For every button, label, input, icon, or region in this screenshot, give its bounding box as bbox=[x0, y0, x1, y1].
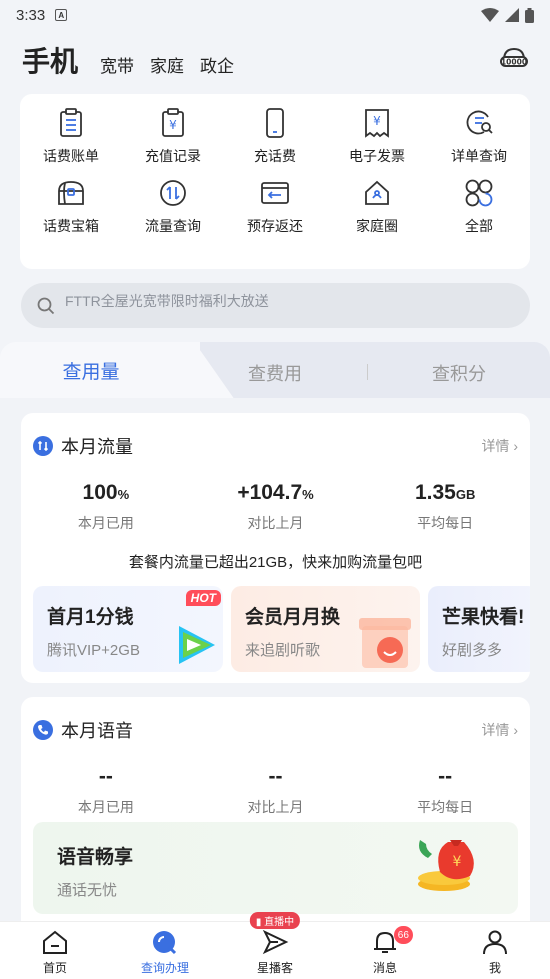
search-bar[interactable]: FTTR全屋光宽带限时福利大放送 bbox=[21, 283, 530, 328]
stat-compare: +104.7% 对比上月 bbox=[237, 481, 314, 531]
grid-label: 家庭圈 bbox=[356, 218, 398, 234]
status-time: 3:33 bbox=[16, 6, 46, 24]
promo-card-mango[interactable]: 芒果快看! 好剧多多 bbox=[428, 586, 530, 672]
search-placeholder: FTTR全屋光宽带限时福利大放送 bbox=[65, 292, 269, 309]
nav-star-podcast[interactable]: ▮ 直播中 星播客 bbox=[220, 912, 330, 979]
usage-tabs: 查用量 查费用 查积分 bbox=[0, 342, 550, 398]
search-icon bbox=[37, 297, 55, 314]
voice-stat-used: -- 本月已用 bbox=[77, 765, 134, 815]
grid-item-data-query[interactable]: 流量查询 bbox=[122, 178, 224, 236]
tab-broadband[interactable]: 宽带 bbox=[100, 52, 134, 80]
live-badge: ▮ 直播中 bbox=[249, 912, 301, 929]
voice-promo-banner[interactable]: 语音畅享 通话无忧 ¥ bbox=[33, 822, 518, 914]
tab-family[interactable]: 家庭 bbox=[150, 52, 184, 80]
top-nav: 手机 宽带 家庭 政企 10000 bbox=[0, 30, 550, 80]
prestore-return-icon bbox=[261, 182, 289, 204]
promo-card-membership[interactable]: 会员月月换 来追剧听歌 bbox=[231, 586, 420, 672]
voice-card-title: 本月语音 bbox=[61, 721, 133, 741]
wifi-icon bbox=[481, 8, 499, 22]
query-service-icon bbox=[153, 931, 177, 955]
svg-text:¥: ¥ bbox=[169, 118, 177, 132]
grid-item-treasure-box[interactable]: 话费宝箱 bbox=[20, 178, 122, 236]
data-usage-card: 本月流量 详情 › 100% 本月已用 +104.7% 对比上月 1.35GB … bbox=[21, 413, 530, 683]
home-circle-icon bbox=[365, 180, 389, 205]
bill-icon bbox=[60, 108, 82, 137]
data-usage-icon bbox=[33, 436, 53, 456]
grid-label: 流量查询 bbox=[145, 218, 201, 234]
data-card-title: 本月流量 bbox=[61, 437, 133, 457]
data-detail-link[interactable]: 详情 › bbox=[481, 436, 518, 456]
voice-usage-card: 本月语音 详情 › -- 本月已用 -- 对比上月 -- 平均每日 语音畅享 通… bbox=[21, 697, 530, 937]
notification-a-icon: A bbox=[55, 9, 68, 21]
grid-label: 预存返还 bbox=[247, 218, 303, 234]
detail-search-icon bbox=[466, 110, 493, 135]
play-send-icon bbox=[262, 929, 289, 955]
tencent-video-logo-icon bbox=[179, 626, 215, 664]
grid-item-invoice[interactable]: ¥ 电子发票 bbox=[326, 108, 428, 166]
svg-text:¥: ¥ bbox=[453, 854, 462, 870]
grid-label: 话费账单 bbox=[43, 148, 99, 164]
grid-item-home-circle[interactable]: 家庭圈 bbox=[326, 178, 428, 236]
phone-icon bbox=[266, 108, 284, 138]
tab-mobile[interactable]: 手机 bbox=[22, 40, 78, 80]
recharge-record-icon: ¥ bbox=[162, 108, 184, 137]
nav-messages[interactable]: 66 消息 bbox=[330, 922, 440, 979]
grid-item-bill[interactable]: 话费账单 bbox=[20, 108, 122, 166]
chevron-right-icon: › bbox=[513, 438, 518, 454]
grid-item-prestore-return[interactable]: 预存返还 bbox=[224, 178, 326, 236]
nav-me[interactable]: 我 bbox=[440, 922, 550, 979]
nav-home[interactable]: 首页 bbox=[0, 922, 110, 979]
grid-label: 全部 bbox=[465, 218, 493, 234]
status-bar: 3:33 A bbox=[0, 0, 550, 30]
user-icon bbox=[483, 930, 507, 955]
tab-points[interactable]: 查积分 bbox=[432, 360, 486, 386]
home-icon bbox=[43, 930, 67, 954]
voice-stat-daily-avg: -- 平均每日 bbox=[417, 765, 474, 815]
data-notice: 套餐内流量已超出21GB，快来加购流量包吧 bbox=[128, 554, 423, 571]
tab-fees[interactable]: 查费用 bbox=[248, 360, 302, 386]
signal-icon bbox=[505, 8, 519, 22]
tab-divider bbox=[367, 364, 368, 380]
money-bag-phone-icon: ¥ bbox=[418, 840, 474, 891]
grid-label: 话费宝箱 bbox=[43, 218, 99, 234]
grid-label: 充话费 bbox=[254, 148, 296, 164]
grid-item-all[interactable]: 全部 bbox=[428, 178, 530, 236]
voice-detail-link[interactable]: 详情 › bbox=[481, 720, 518, 740]
invoice-icon: ¥ bbox=[365, 109, 389, 138]
promo-card-tencent[interactable]: 首月1分钱 腾讯VIP+2GB HOT bbox=[33, 586, 223, 672]
nav-service[interactable]: 查询办理 bbox=[110, 922, 220, 979]
data-query-icon bbox=[160, 180, 186, 206]
customer-service-10000-icon[interactable]: 10000 bbox=[500, 46, 528, 80]
treasure-box-icon bbox=[58, 181, 84, 205]
stat-used: 100% 本月已用 bbox=[77, 481, 134, 531]
svg-text:¥: ¥ bbox=[373, 114, 381, 128]
voice-stat-compare: -- 对比上月 bbox=[247, 765, 304, 815]
bottom-nav: 首页 查询办理 ▮ 直播中 星播客 66 消息 我 bbox=[0, 912, 550, 979]
tab-usage[interactable]: 查用量 bbox=[0, 342, 200, 398]
hot-badge: HOT bbox=[185, 590, 221, 606]
voice-call-icon bbox=[33, 720, 53, 740]
grid-label: 详单查询 bbox=[451, 148, 507, 164]
grid-label: 充值记录 bbox=[145, 148, 201, 164]
grid-label: 电子发票 bbox=[349, 148, 405, 164]
gift-box-icon bbox=[359, 618, 411, 668]
battery-icon bbox=[525, 7, 534, 23]
grid-item-detail-search[interactable]: 详单查询 bbox=[428, 108, 530, 166]
quick-actions-card: 话费账单 ¥ 充值记录 充话费 ¥ 电子发票 详单查询 话费宝箱 流量查询 预存… bbox=[20, 94, 530, 269]
tab-enterprise[interactable]: 政企 bbox=[200, 52, 234, 80]
grid-item-top-up[interactable]: 充话费 bbox=[224, 108, 326, 166]
stat-daily-avg: 1.35GB 平均每日 bbox=[414, 481, 476, 531]
usage-panel: 查用量 查费用 查积分 本月流量 详情 › 100% 本月已用 +104.7% … bbox=[0, 342, 550, 937]
grid-item-recharge-record[interactable]: ¥ 充值记录 bbox=[122, 108, 224, 166]
message-count-badge: 66 bbox=[393, 926, 413, 944]
promo-carousel: 首月1分钱 腾讯VIP+2GB HOT 会员月月换 来追剧听歌 芒果快看! 好剧… bbox=[33, 586, 530, 672]
svg-text:10000: 10000 bbox=[501, 58, 527, 67]
chevron-right-icon: › bbox=[513, 722, 518, 738]
all-icon bbox=[465, 179, 493, 207]
